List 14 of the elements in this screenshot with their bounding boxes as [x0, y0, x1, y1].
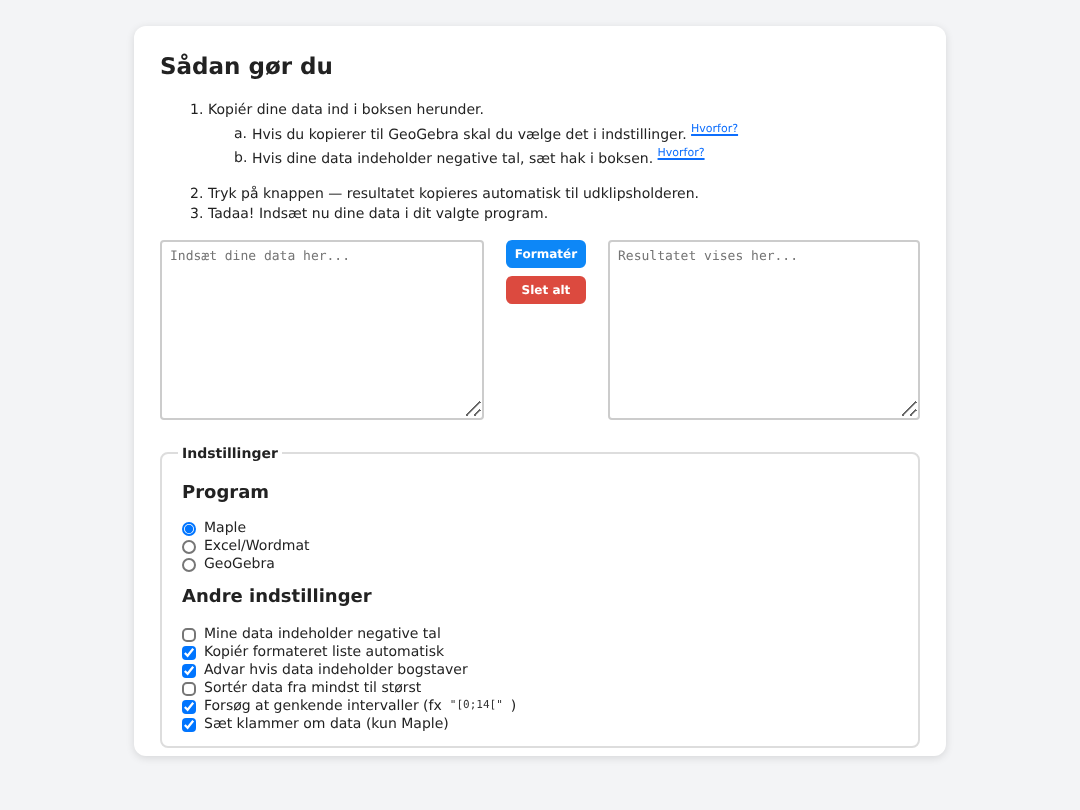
- option-checkbox[interactable]: [182, 645, 196, 660]
- why-link[interactable]: Hvorfor?: [657, 148, 705, 161]
- section-heading: Andre indstillinger: [182, 586, 374, 613]
- option-checkbox[interactable]: [182, 699, 196, 714]
- option-checkbox[interactable]: [182, 681, 196, 696]
- option-checkbox[interactable]: [182, 663, 196, 678]
- page-title: Sådan gør du: [160, 54, 335, 82]
- program-radio[interactable]: [182, 558, 196, 573]
- why-link[interactable]: Hvorfor?: [691, 123, 739, 136]
- option-checkbox[interactable]: [182, 627, 196, 642]
- program-radio[interactable]: [182, 522, 196, 537]
- program-radio[interactable]: [182, 540, 196, 555]
- section-heading: Program: [182, 481, 272, 508]
- option-checkbox[interactable]: [182, 717, 196, 732]
